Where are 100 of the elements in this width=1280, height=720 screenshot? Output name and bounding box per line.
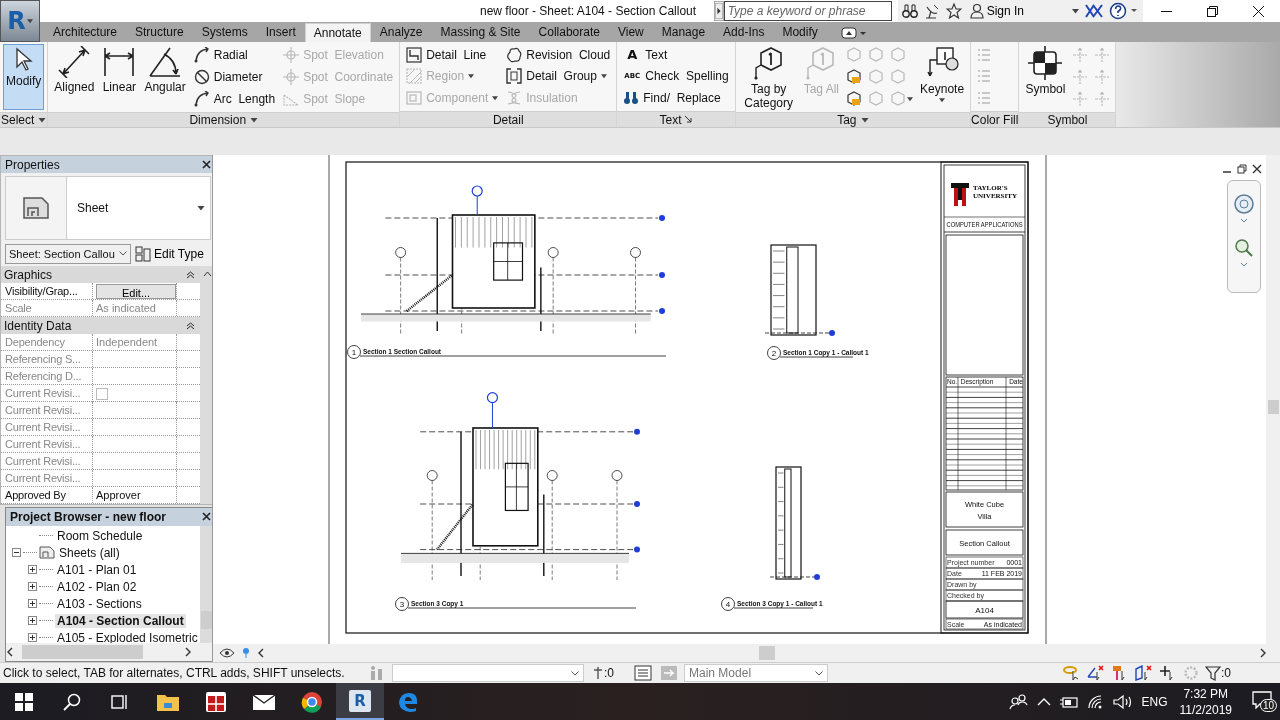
- caret-icon[interactable]: [939, 98, 946, 103]
- group-icon: [506, 68, 523, 85]
- tag-icon: [846, 47, 863, 63]
- ribbon-tool-button[interactable]: Keynote: [917, 44, 968, 110]
- face-select-icon[interactable]: [1135, 665, 1153, 681]
- tree-item[interactable]: Sheets (all): [57, 545, 122, 560]
- notification-button[interactable]: 10: [1244, 683, 1280, 720]
- zoom-icon[interactable]: [1233, 237, 1255, 267]
- ribbon-tab[interactable]: Manage: [652, 23, 715, 42]
- ribbon-tab[interactable]: Architecture: [44, 23, 127, 42]
- tree-item[interactable]: A101 - Plan 01: [55, 562, 139, 577]
- caret-icon[interactable]: [860, 117, 869, 123]
- arrows-icon: [1072, 91, 1089, 107]
- caret-icon[interactable]: [571, 670, 579, 676]
- property-group-header[interactable]: Identity Data: [1, 317, 200, 334]
- binoculars-icon: [623, 90, 640, 107]
- ribbon-tool-button[interactable]: Arc Length: [190, 88, 279, 110]
- satellite-icon[interactable]: [923, 3, 940, 19]
- design-option-dropdown[interactable]: Main Model: [684, 664, 828, 682]
- ribbon-tool-button[interactable]: Linear: [99, 44, 140, 110]
- people-icon[interactable]: [1009, 692, 1030, 711]
- ribbon-tab[interactable]: Analyze: [370, 23, 432, 42]
- filter-icon[interactable]: [1205, 665, 1221, 681]
- battery-icon[interactable]: [1059, 694, 1080, 709]
- property-value: Approver: [96, 489, 141, 501]
- caret-icon[interactable]: [26, 18, 33, 24]
- ribbon-tool-button[interactable]: Detail Line: [403, 44, 502, 66]
- caret-icon[interactable]: [119, 251, 127, 256]
- sign-in-button[interactable]: Sign In: [967, 3, 1026, 19]
- tree-item[interactable]: A104 - Section Callout: [55, 613, 186, 628]
- expand-toggle[interactable]: [28, 582, 37, 591]
- component-icon: [406, 90, 423, 107]
- ribbon-tab[interactable]: Add-Ins: [714, 23, 774, 42]
- property-name: Current Revisi...: [1, 470, 93, 486]
- language-indicator[interactable]: ENG: [1141, 694, 1168, 709]
- ribbon-tab[interactable]: Insert: [256, 23, 305, 42]
- close-icon[interactable]: [1251, 163, 1263, 175]
- ribbon-tool-button[interactable]: Detail Group: [503, 66, 614, 87]
- volume-icon[interactable]: [1113, 693, 1134, 710]
- scrollbar[interactable]: [1266, 155, 1280, 644]
- expand-arrow-icon[interactable]: [713, 1, 724, 21]
- ribbon-tool-button[interactable]: Modify: [3, 44, 45, 110]
- tree-item[interactable]: A103 - Sections: [55, 596, 144, 611]
- caret-icon[interactable]: [250, 117, 259, 123]
- ribbon-tab[interactable]: Modify: [773, 23, 827, 42]
- help-icon[interactable]: [1109, 2, 1139, 20]
- expand-toggle[interactable]: [28, 616, 37, 625]
- scrollbar[interactable]: [6, 643, 215, 661]
- user-icon: [969, 3, 984, 19]
- ribbon-tool-button[interactable]: Symbol: [1022, 44, 1069, 110]
- star-icon[interactable]: [945, 3, 962, 19]
- ribbon-tool-button[interactable]: Diameter: [190, 66, 279, 88]
- caret-icon[interactable]: [1072, 8, 1079, 14]
- ribbon-tool-button[interactable]: Aligned: [51, 44, 98, 110]
- binoculars-icon[interactable]: [901, 4, 918, 18]
- ribbon-tool-button[interactable]: Angular: [141, 44, 189, 110]
- caret-icon[interactable]: [196, 205, 205, 211]
- browser-icon: [397, 690, 419, 713]
- ribbon-tool-button[interactable]: Revision Cloud: [503, 44, 614, 66]
- ribbon-tab[interactable]: Systems: [192, 23, 257, 42]
- view-control-icon[interactable]: [219, 647, 235, 659]
- list-icon[interactable]: [634, 665, 652, 681]
- ribbon-tab[interactable]: Collaborate: [529, 23, 609, 42]
- edit-button[interactable]: Edit...: [96, 284, 176, 299]
- edit-type-button[interactable]: Edit Type: [135, 245, 204, 262]
- expand-toggle[interactable]: [12, 548, 21, 557]
- ribbon-tab[interactable]: View: [608, 23, 653, 42]
- clock[interactable]: 7:32 PM 11/2/2019: [1175, 685, 1236, 718]
- restore-icon[interactable]: [1236, 163, 1248, 175]
- chevron-up-icon[interactable]: [1037, 696, 1052, 707]
- type-selector[interactable]: Sheet: [5, 176, 211, 240]
- caret-icon[interactable]: [815, 670, 823, 676]
- expand-toggle[interactable]: [28, 565, 37, 574]
- ribbon-toggle-icon[interactable]: [840, 27, 867, 39]
- tree-item[interactable]: A102 - Plan 02: [55, 579, 139, 594]
- search-field[interactable]: Type a keyword or phrase: [723, 1, 892, 21]
- dialog-launcher-icon[interactable]: [685, 116, 693, 123]
- underlay-select-icon[interactable]: [1087, 665, 1105, 681]
- instance-dropdown[interactable]: Sheet: Section Callou: [5, 243, 131, 264]
- notification-icon: [1252, 691, 1272, 709]
- taskbar-app-button[interactable]: R: [336, 683, 384, 720]
- exchange-icon[interactable]: [1085, 4, 1103, 18]
- expand-toggle[interactable]: [28, 599, 37, 608]
- property-group-header[interactable]: Graphics: [1, 266, 200, 283]
- view-number: 2: [771, 349, 777, 358]
- ribbon-tool-button[interactable]: Tag by Category: [738, 44, 799, 110]
- ribbon-tool-button[interactable]: Radial: [190, 44, 279, 66]
- ribbon-tool-button[interactable]: A Text: [620, 44, 732, 66]
- mail-icon: [252, 692, 276, 711]
- caret-icon[interactable]: [38, 117, 47, 123]
- expand-toggle[interactable]: [28, 633, 37, 642]
- ribbon-tab[interactable]: Structure: [126, 23, 193, 42]
- link-select-icon[interactable]: [1063, 665, 1081, 681]
- caret-icon[interactable]: [600, 74, 607, 79]
- ribbon-tab[interactable]: Massing & Site: [431, 23, 530, 42]
- tree-item[interactable]: Room Schedule: [55, 528, 145, 543]
- ribbon-tab[interactable]: Annotate: [304, 23, 371, 42]
- count-label: :0: [1221, 666, 1231, 680]
- ribbon-tool-button[interactable]: Find/ Replace: [620, 87, 732, 109]
- steering-wheel-icon[interactable]: [1233, 193, 1255, 223]
